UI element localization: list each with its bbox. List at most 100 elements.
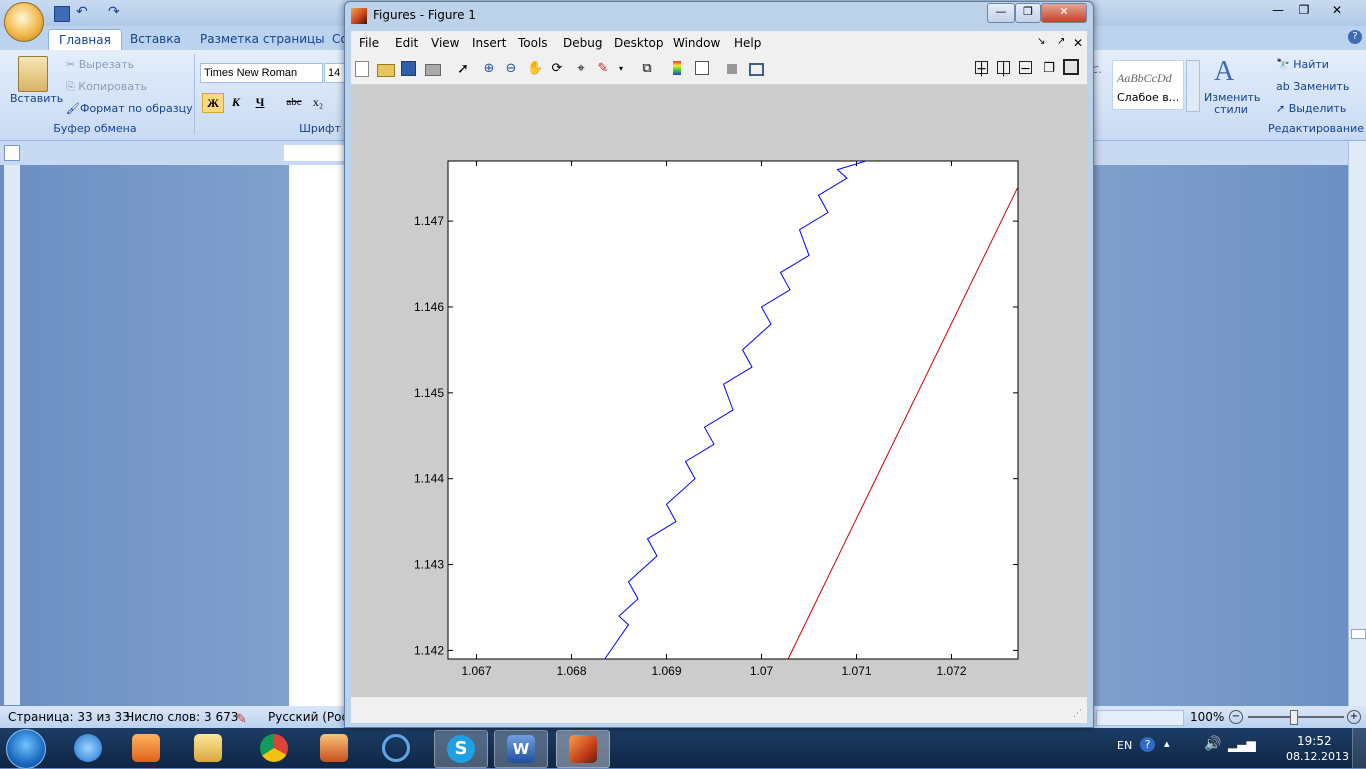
- print-icon[interactable]: [425, 64, 441, 76]
- restore-icon[interactable]: ↘: [1037, 36, 1045, 47]
- start-button[interactable]: [6, 729, 46, 769]
- close-figure-icon[interactable]: ✕: [1073, 36, 1083, 50]
- help-icon[interactable]: ?: [1348, 30, 1362, 44]
- vertical-scrollbar[interactable]: [1348, 141, 1366, 706]
- tile-rows-icon[interactable]: ─: [1019, 61, 1032, 77]
- zoom-out-icon[interactable]: ⊖: [503, 61, 519, 77]
- volume-icon[interactable]: 🔊: [1204, 736, 1221, 752]
- maximize-icon[interactable]: ❐: [1015, 3, 1041, 23]
- tab-layout[interactable]: Разметка страницы: [190, 29, 335, 50]
- float-icon[interactable]: ❐: [1041, 61, 1057, 77]
- subscript-button[interactable]: x₂: [308, 93, 328, 111]
- copy-button[interactable]: ⎘ Копировать: [66, 80, 147, 94]
- data-cursor-icon[interactable]: ⌖: [573, 61, 589, 77]
- show-plot-icon[interactable]: [749, 63, 764, 76]
- tab-home[interactable]: Главная: [48, 29, 122, 51]
- taskbar-media[interactable]: [120, 730, 172, 766]
- network-icon[interactable]: ▂▄▆: [1228, 738, 1256, 752]
- menu-help[interactable]: Help: [734, 36, 761, 50]
- bold-button[interactable]: Ж: [202, 93, 224, 113]
- language-indicator[interactable]: EN: [1117, 739, 1132, 752]
- quick-save-icon[interactable]: [54, 6, 70, 22]
- minimize-icon[interactable]: —: [1266, 3, 1290, 19]
- menu-edit[interactable]: Edit: [395, 36, 418, 50]
- select-button[interactable]: ➚ Выделить: [1276, 102, 1346, 115]
- taskbar-chrome[interactable]: [248, 730, 300, 766]
- taskbar-explorer[interactable]: [182, 730, 234, 766]
- undock-icon[interactable]: ↗: [1057, 36, 1065, 47]
- x-tick-label: 1.069: [651, 664, 681, 678]
- show-desktop-button[interactable]: [1352, 728, 1366, 768]
- italic-button[interactable]: К: [226, 93, 246, 111]
- brush-icon[interactable]: ✎: [595, 61, 611, 77]
- pan-icon[interactable]: ✋: [527, 61, 543, 77]
- figure-titlebar[interactable]: Figures - Figure 1 — ❐ ✕: [345, 2, 1093, 30]
- document-page[interactable]: [289, 165, 349, 706]
- menu-insert[interactable]: Insert: [472, 36, 506, 50]
- format-painter-button[interactable]: 🖌Формат по образцу: [66, 102, 193, 115]
- paste-button[interactable]: Вставить: [10, 92, 63, 105]
- legend-icon[interactable]: [695, 61, 709, 75]
- change-styles-button[interactable]: Изменить стили: [1204, 92, 1260, 116]
- tile-columns-icon[interactable]: │: [997, 61, 1010, 77]
- pointer-icon[interactable]: ➚: [455, 61, 471, 77]
- figure-canvas[interactable]: 1.067 1.068 1.069 1.07 1.071 1.072 1.142 1.143 1…: [351, 85, 1087, 697]
- view-buttons[interactable]: [1096, 710, 1184, 726]
- menu-view[interactable]: View: [431, 36, 459, 50]
- link-icon[interactable]: ⧉: [639, 61, 655, 77]
- hide-plot-icon[interactable]: [727, 64, 737, 74]
- taskbar-skype[interactable]: S: [434, 730, 488, 768]
- replace-button[interactable]: ab Заменить: [1276, 80, 1349, 93]
- taskbar-matlab[interactable]: [556, 730, 610, 768]
- tray-arrow-icon[interactable]: ▴: [1164, 737, 1170, 750]
- maximize-icon[interactable]: ❐: [1292, 3, 1316, 19]
- tile-grid-icon[interactable]: ┼: [975, 61, 988, 77]
- menu-tools[interactable]: Tools: [518, 36, 548, 50]
- taskbar-ie[interactable]: [62, 730, 114, 766]
- scroll-thumb[interactable]: [1351, 629, 1366, 639]
- menu-window[interactable]: Window: [673, 36, 720, 50]
- plot-svg[interactable]: 1.067 1.068 1.069 1.07 1.071 1.072 1.142 1.143 1…: [351, 85, 1087, 697]
- taskbar-word[interactable]: W: [494, 730, 548, 768]
- tab-selector-icon[interactable]: [4, 145, 20, 161]
- resize-grip-icon[interactable]: ⋰: [1073, 709, 1082, 719]
- style-sample-1[interactable]: AaBbCcDd Слабое в...: [1112, 60, 1184, 110]
- underline-button[interactable]: Ч: [250, 93, 270, 111]
- zoom-slider-thumb[interactable]: [1290, 710, 1298, 725]
- close-icon[interactable]: ✕: [1041, 3, 1087, 23]
- help-tray-icon[interactable]: ?: [1140, 737, 1155, 752]
- chevron-down-icon[interactable]: ▾: [613, 61, 629, 77]
- clock-time[interactable]: 19:52: [1297, 734, 1332, 748]
- cut-button[interactable]: ✂ Вырезать: [66, 58, 134, 71]
- new-figure-icon[interactable]: [355, 61, 369, 77]
- rotate-icon[interactable]: ⟳: [549, 61, 565, 77]
- taskbar-installer[interactable]: [308, 730, 360, 766]
- redo-icon[interactable]: ↷: [108, 4, 120, 20]
- page-count[interactable]: Страница: 33 из 33: [8, 706, 130, 728]
- colorbar-icon[interactable]: [673, 61, 681, 75]
- figure-window[interactable]: Figures - Figure 1 — ❐ ✕ File Edit View …: [344, 1, 1094, 728]
- paste-icon[interactable]: [18, 56, 48, 92]
- tab-insert[interactable]: Вставка: [120, 29, 191, 50]
- zoom-level[interactable]: 100%: [1190, 706, 1224, 728]
- strikethrough-button[interactable]: abc: [284, 93, 304, 111]
- word-count[interactable]: Число слов: 3 673: [126, 706, 238, 728]
- zoom-in-icon[interactable]: +: [1347, 710, 1361, 724]
- menu-debug[interactable]: Debug: [563, 36, 602, 50]
- menu-file[interactable]: File: [359, 36, 379, 50]
- zoom-out-icon[interactable]: −: [1229, 710, 1243, 724]
- clock-date[interactable]: 08.12.2013: [1286, 750, 1349, 763]
- undo-icon[interactable]: ↶: [76, 4, 88, 20]
- taskbar-bluetooth[interactable]: [370, 730, 422, 766]
- open-icon[interactable]: [377, 64, 395, 77]
- font-name-input[interactable]: Times New Roman: [200, 63, 323, 83]
- save-icon[interactable]: [401, 61, 416, 76]
- maximize-figure-icon[interactable]: [1063, 59, 1079, 75]
- menu-desktop[interactable]: Desktop: [614, 36, 664, 50]
- styles-scroll-icon[interactable]: [1186, 60, 1200, 112]
- office-button[interactable]: [4, 2, 44, 42]
- zoom-in-icon[interactable]: ⊕: [481, 61, 497, 77]
- find-button[interactable]: 🔭 Найти: [1276, 58, 1329, 71]
- minimize-icon[interactable]: —: [987, 3, 1015, 23]
- close-icon[interactable]: ✕: [1320, 3, 1354, 19]
